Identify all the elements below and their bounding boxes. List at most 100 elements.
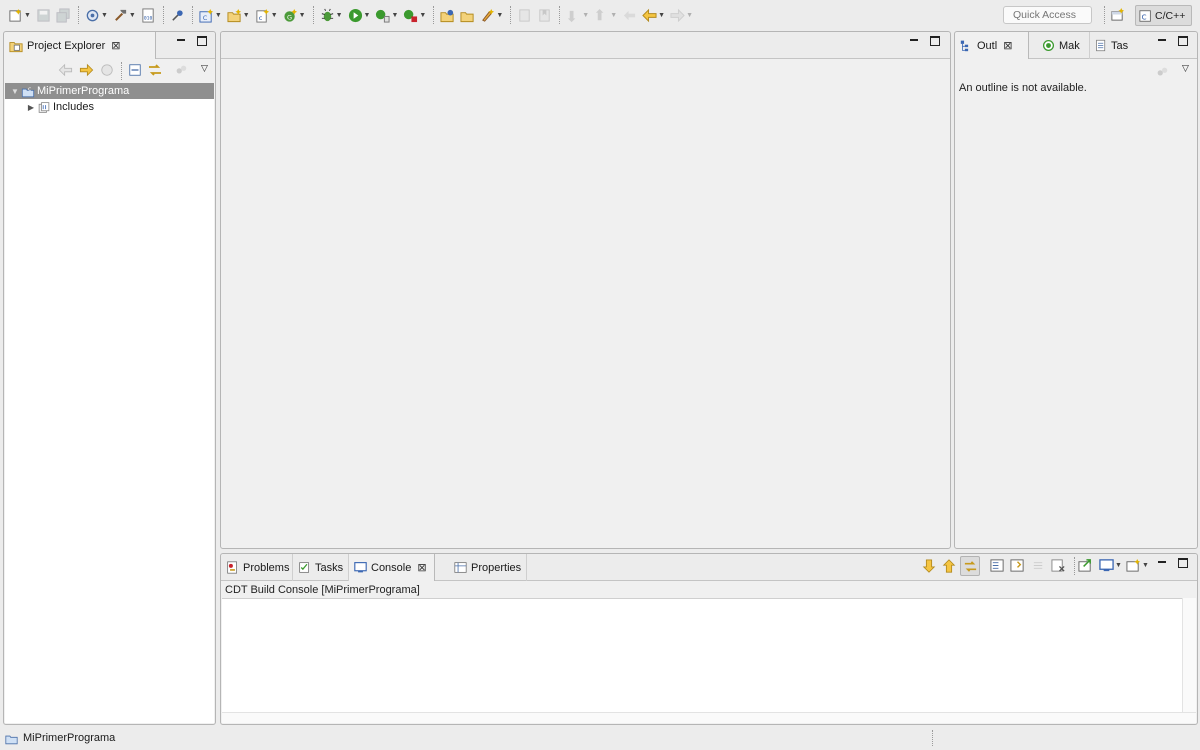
tab-label: Tasks — [315, 561, 344, 574]
search-button[interactable]: ▼ — [478, 4, 505, 26]
build-button[interactable]: ▼ — [111, 4, 138, 26]
tab-task-list[interactable]: Tas — [1089, 32, 1133, 59]
forward-arrow-icon[interactable] — [79, 63, 94, 77]
cpp-project-icon: c — [21, 86, 35, 97]
back-arrow-icon[interactable] — [58, 63, 73, 77]
remove-console-icon[interactable] — [1051, 558, 1066, 573]
annotation-button[interactable] — [515, 4, 534, 26]
back-button[interactable]: ▼ — [640, 4, 667, 26]
save-all-button[interactable] — [54, 4, 73, 26]
new-type-button[interactable]: G ▼ — [281, 4, 308, 26]
quick-access-input[interactable] — [1003, 6, 1092, 24]
console-icon — [354, 562, 367, 573]
tab-properties[interactable]: Properties — [449, 554, 527, 581]
outline-message: An outline is not available. — [959, 82, 1087, 94]
minimize-button[interactable] — [1157, 36, 1167, 46]
outline-tabbar: Outl ⊠ Mak Tas — [955, 32, 1197, 59]
maximize-button[interactable] — [1178, 36, 1188, 46]
external-tools-button[interactable]: ▼ — [401, 4, 428, 26]
tab-make-target[interactable]: Mak — [1037, 32, 1089, 59]
close-icon[interactable]: ⊠ — [111, 39, 120, 52]
maximize-button[interactable] — [197, 36, 207, 46]
perspective-cpp-button[interactable]: C C/C++ — [1135, 5, 1192, 26]
minimize-button[interactable] — [909, 36, 919, 46]
new-button[interactable]: ▼ — [6, 4, 33, 26]
vertical-scrollbar[interactable] — [1182, 598, 1196, 712]
tab-console[interactable]: Console ⊠ — [349, 554, 435, 581]
scroll-down-icon[interactable] — [922, 558, 936, 574]
collapse-all-icon[interactable] — [128, 63, 142, 77]
horizontal-scrollbar[interactable] — [222, 712, 1196, 723]
new-console-button[interactable]: ▼ — [1126, 558, 1149, 573]
open-type-icon — [440, 9, 454, 22]
clear-console-icon[interactable] — [1031, 558, 1046, 573]
scroll-up-icon[interactable] — [942, 558, 956, 574]
filter-icon[interactable] — [1155, 65, 1169, 79]
filter-icon[interactable] — [174, 63, 188, 77]
open-type-button[interactable] — [438, 4, 457, 26]
tab-label: Console — [371, 561, 412, 574]
includes-icon — [38, 101, 50, 113]
new-console-icon — [1126, 558, 1141, 572]
new-folder-button[interactable]: ▼ — [225, 4, 252, 26]
svg-text:010: 010 — [144, 15, 153, 21]
tab-outline[interactable]: Outl ⊠ — [955, 32, 1029, 59]
close-icon[interactable]: ⊠ — [1003, 39, 1012, 52]
debug-bug-icon — [321, 8, 333, 21]
maximize-button[interactable] — [930, 36, 940, 46]
minimize-button[interactable] — [176, 36, 186, 46]
toolbar-separator — [510, 6, 512, 24]
project-explorer-panel: Project Explorer ⊠ ▽ ▼ c MiPrimerProgram… — [3, 31, 216, 725]
pin-console-icon[interactable] — [1010, 558, 1025, 573]
link-editor-icon[interactable] — [147, 62, 163, 78]
console-output[interactable] — [222, 598, 1182, 712]
prev-annotation-button[interactable]: ▼ — [592, 4, 619, 26]
editor-window-controls — [909, 36, 940, 46]
new-class-button[interactable]: C ▼ — [197, 4, 224, 26]
close-icon[interactable]: ⊠ — [417, 561, 426, 574]
open-perspective-button[interactable] — [1110, 7, 1125, 25]
last-edit-button[interactable] — [620, 4, 639, 26]
scroll-lock-button[interactable] — [960, 556, 980, 576]
tree-item-project[interactable]: ▼ c MiPrimerPrograma — [5, 83, 214, 99]
up-icon[interactable] — [100, 63, 114, 77]
forward-button[interactable]: ▼ — [668, 4, 695, 26]
open-element-button[interactable] — [458, 4, 477, 26]
collapsed-twisty-icon[interactable]: ▶ — [25, 103, 37, 112]
view-menu-icon[interactable]: ▽ — [201, 63, 208, 74]
toolbar-separator — [191, 6, 193, 24]
task-list-icon — [1096, 39, 1106, 52]
project-tree: ▼ c MiPrimerPrograma ▶ Includes — [5, 83, 214, 723]
toolbar-separator — [1074, 557, 1075, 575]
status-bar: MiPrimerPrograma — [0, 726, 1200, 750]
tab-problems[interactable]: Problems — [221, 554, 293, 581]
display-console-button[interactable]: ▼ — [1099, 558, 1122, 573]
bookmark-button[interactable] — [535, 4, 554, 26]
new-source-button[interactable]: c ▼ — [253, 4, 280, 26]
save-button[interactable] — [34, 4, 53, 26]
coverage-button[interactable]: ▼ — [373, 4, 400, 26]
tab-project-explorer[interactable]: Project Explorer ⊠ — [4, 32, 156, 59]
expanded-twisty-icon[interactable]: ▼ — [9, 87, 21, 96]
debug-button[interactable]: ▼ — [318, 4, 345, 26]
maximize-button[interactable] — [1178, 558, 1188, 568]
word-wrap-icon[interactable] — [990, 558, 1005, 573]
project-explorer-icon — [9, 41, 23, 52]
open-console-icon[interactable] — [1078, 558, 1093, 573]
svg-text:C: C — [1142, 13, 1147, 21]
editor-area[interactable] — [220, 31, 951, 549]
build-config-button[interactable]: ▼ — [83, 4, 110, 26]
pin-button[interactable] — [168, 4, 187, 26]
run-button[interactable]: ▼ — [346, 4, 373, 26]
tab-tasks[interactable]: Tasks — [293, 554, 349, 581]
tree-item-includes[interactable]: ▶ Includes — [5, 99, 214, 115]
view-menu-icon[interactable]: ▽ — [1182, 63, 1189, 74]
minimize-button[interactable] — [1157, 558, 1167, 568]
next-annotation-icon — [568, 10, 576, 22]
svg-text:G: G — [287, 13, 292, 21]
annotation-icon — [519, 8, 530, 22]
toolbar-separator — [433, 6, 435, 24]
binary-button[interactable]: 010 — [139, 4, 158, 26]
next-annotation-button[interactable]: ▼ — [564, 4, 591, 26]
tab-label: Problems — [243, 561, 290, 574]
